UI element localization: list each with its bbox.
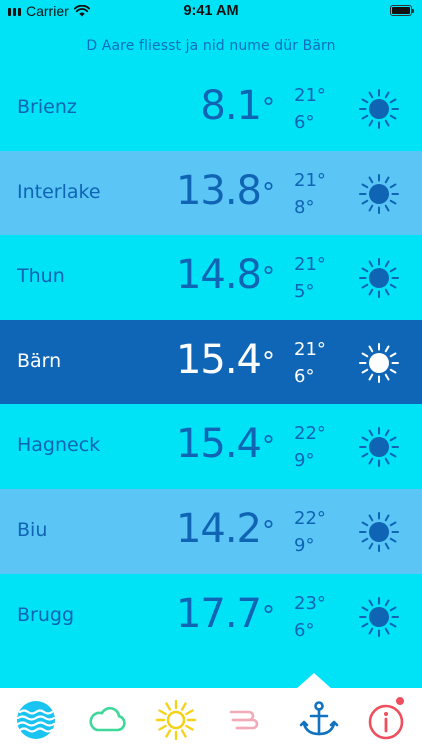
water-temperature: 14.8°	[175, 251, 275, 299]
sun-icon	[359, 89, 399, 129]
tab-sun[interactable]	[154, 698, 198, 742]
water-temperature-value: 13.8	[175, 167, 262, 214]
battery-icon	[390, 5, 414, 16]
page-headline: D Aare fliesst ja nid nume dür Bärn	[86, 38, 336, 54]
water-waves-icon	[16, 701, 56, 739]
water-temperature: 15.4°	[175, 336, 275, 384]
station-row[interactable]: Brugg 17.7° 23° 6°	[0, 573, 422, 659]
tab-aare[interactable]	[297, 698, 341, 742]
air-temp-high: 21°	[294, 254, 326, 276]
station-name: Thun	[17, 265, 65, 288]
sun-icon	[359, 511, 399, 552]
degree-symbol: °	[262, 177, 275, 208]
water-temperature: 15.4°	[175, 420, 275, 468]
water-temperature: 17.7°	[175, 590, 275, 638]
tab-info[interactable]	[364, 695, 408, 742]
air-temp-high: 21°	[294, 169, 326, 191]
water-temperature-value: 8.1	[200, 83, 262, 129]
status-bar: Carrier 9:41 AM	[0, 0, 422, 24]
air-temp-low: 5°	[294, 281, 315, 303]
degree-symbol: °	[262, 262, 275, 293]
air-temp-high: 21°	[294, 338, 326, 360]
water-temperature-value: 15.4	[175, 336, 262, 383]
station-row[interactable]: Bärn 15.4° 21° 6°	[0, 319, 422, 405]
wind-icon	[229, 710, 259, 730]
degree-symbol: °	[262, 600, 275, 631]
station-name: Hagneck	[17, 434, 101, 457]
water-temperature: 8.1°	[200, 82, 275, 130]
station-name: Brienz	[17, 96, 77, 118]
station-name: Biu	[17, 518, 48, 541]
tab-wind[interactable]	[223, 698, 267, 742]
tab-bar	[0, 688, 422, 750]
sun-icon	[359, 258, 399, 299]
air-temp-low: 9°	[294, 534, 315, 556]
station-row[interactable]: Hagneck 15.4° 22° 9°	[0, 404, 422, 489]
tab-water[interactable]	[14, 698, 58, 742]
air-temp-high: 22°	[294, 507, 326, 529]
selected-tab-indicator	[296, 673, 332, 689]
sun-icon	[155, 699, 197, 741]
cloud-icon	[89, 706, 126, 732]
degree-symbol: °	[262, 431, 275, 462]
air-temp-low: 9°	[294, 450, 315, 472]
station-row[interactable]: Biu 14.2° 22° 9°	[0, 488, 422, 574]
station-name: Bärn	[17, 349, 62, 372]
status-time: 9:41 AM	[183, 3, 239, 19]
air-temp-low: 6°	[294, 112, 315, 133]
station-list: Brienz 8.1° 21° 6° Interlake 13.8° 21° 8…	[0, 66, 422, 659]
station-row[interactable]: Brienz 8.1° 21° 6°	[0, 66, 422, 151]
tab-weather[interactable]	[85, 698, 129, 742]
water-temperature-value: 15.4	[175, 421, 262, 468]
water-temperature-value: 17.7	[175, 590, 262, 637]
water-temperature: 14.2°	[175, 505, 275, 553]
sun-icon	[359, 342, 399, 383]
notification-badge	[394, 695, 406, 707]
station-name: Interlake	[17, 180, 101, 203]
air-temp-low: 6°	[294, 365, 315, 387]
anchor-icon	[299, 701, 339, 736]
sun-icon	[359, 173, 399, 214]
sun-icon	[359, 427, 399, 468]
degree-symbol: °	[262, 93, 275, 123]
water-temperature-value: 14.8	[175, 252, 262, 299]
air-temp-low: 6°	[294, 619, 315, 641]
station-row[interactable]: Thun 14.8° 21° 5°	[0, 235, 422, 320]
degree-symbol: °	[262, 515, 275, 546]
air-temp-high: 22°	[294, 423, 326, 445]
sun-icon	[359, 596, 399, 637]
water-temperature-value: 14.2	[175, 505, 262, 552]
air-temp-high: 23°	[294, 592, 326, 614]
air-temp-high: 21°	[294, 85, 326, 106]
air-temp-low: 8°	[294, 196, 315, 218]
water-temperature: 13.8°	[175, 167, 275, 215]
degree-symbol: °	[262, 346, 275, 377]
station-row[interactable]: Interlake 13.8° 21° 8°	[0, 150, 422, 236]
station-name: Brugg	[17, 603, 75, 626]
